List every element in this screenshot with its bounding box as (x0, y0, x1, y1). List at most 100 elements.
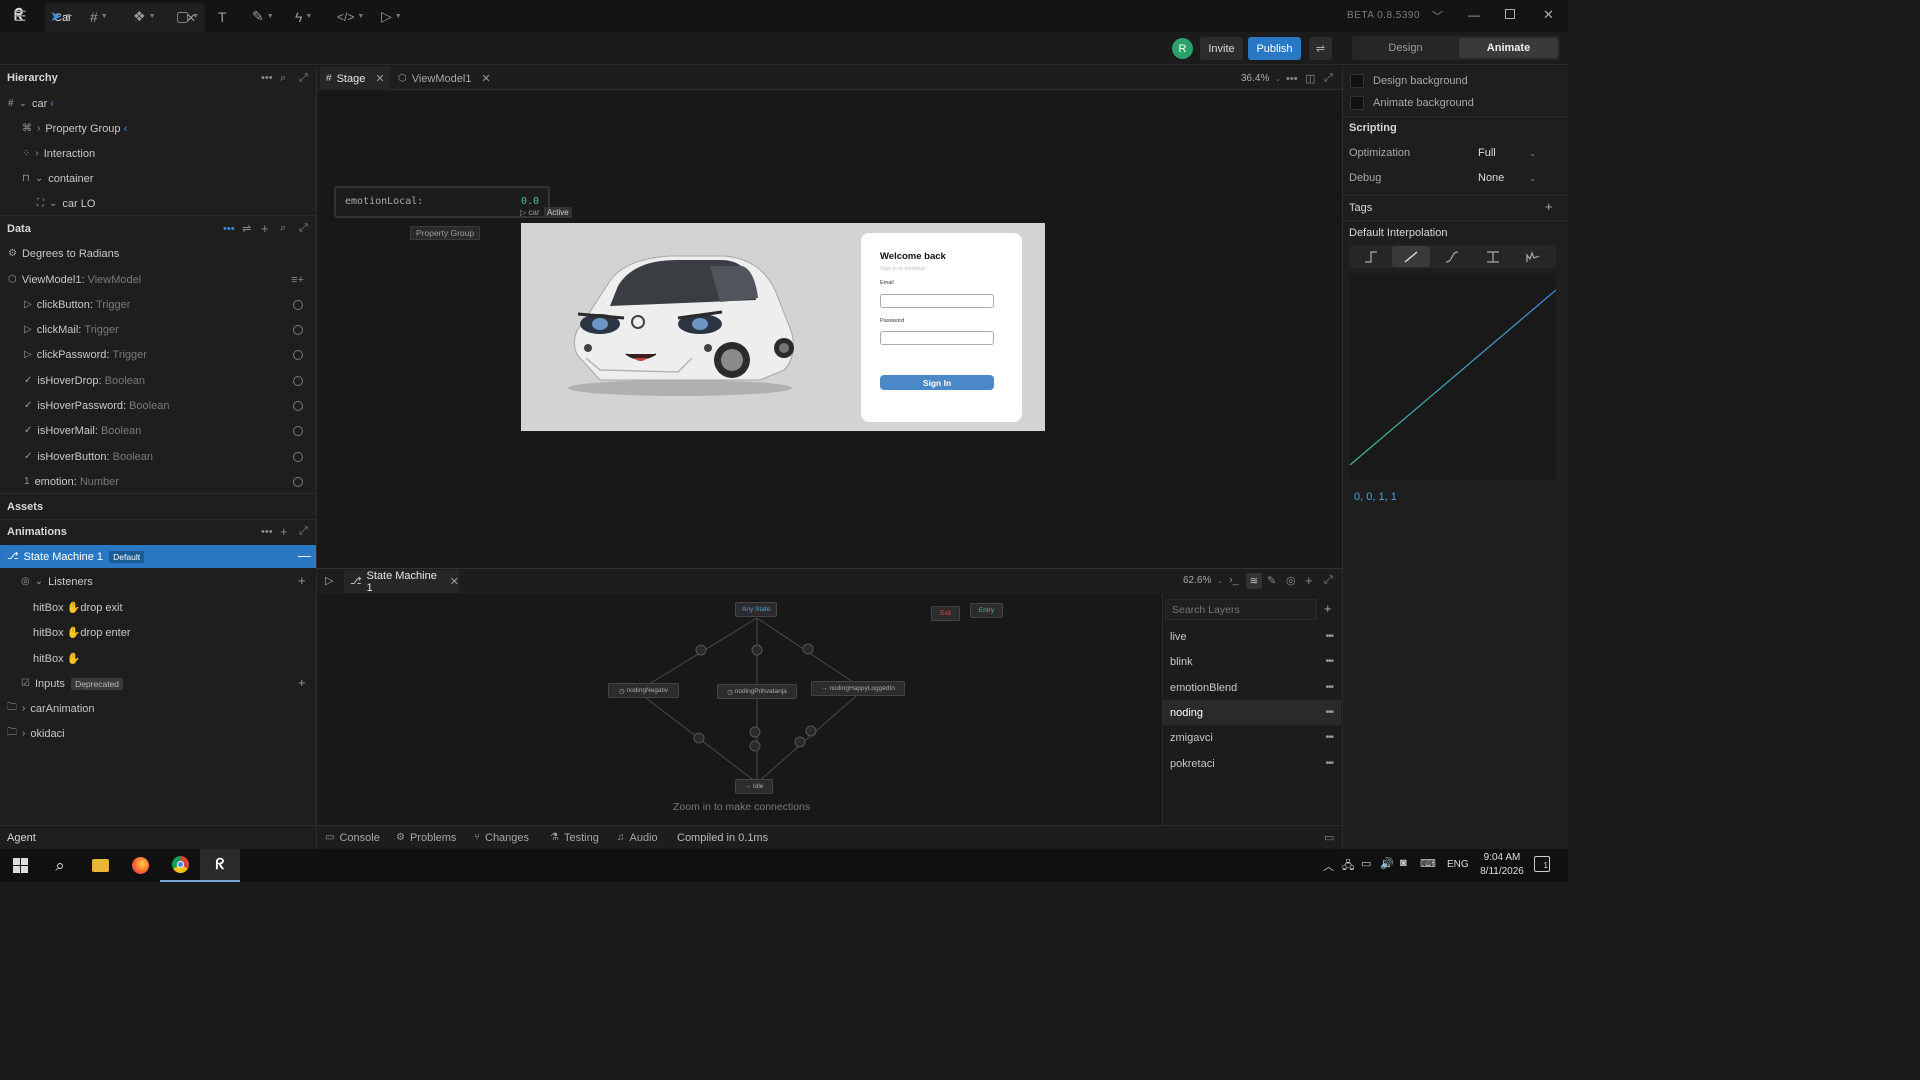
add-listener-icon[interactable]: + (298, 573, 306, 588)
target-icon[interactable] (293, 299, 303, 310)
firefox-icon[interactable] (120, 849, 160, 882)
add-icon[interactable]: + (280, 524, 288, 539)
testing-tab[interactable]: ⚗ Testing (550, 828, 599, 847)
target-icon[interactable] (293, 375, 303, 386)
expand-icon[interactable]: ⤢ (1324, 72, 1333, 85)
shape-tool-icon[interactable]: ▢ ▼ (176, 0, 199, 33)
artboard-tool-icon[interactable]: # ▼ (90, 0, 108, 33)
camera-icon[interactable]: ◙ (1400, 857, 1407, 869)
state-machine-item[interactable]: ⎇ State Machine 1 Default (7, 544, 145, 569)
volume-icon[interactable]: 🔊 (1380, 857, 1394, 870)
hierarchy-item-property-group[interactable]: ⌘ › Property Group ‹ (22, 116, 127, 141)
optimization-select[interactable]: Full ⌄ (1472, 144, 1540, 162)
expand-icon[interactable]: ⤢ (299, 525, 308, 538)
data-item-viewmodel[interactable]: ⬡ ViewModel1: ViewModel ≡+ (8, 267, 308, 292)
sort-icon[interactable]: ⇌ (242, 222, 251, 235)
interp-cubic-icon[interactable] (1433, 246, 1471, 267)
add-input-icon[interactable]: + (298, 675, 306, 690)
data-item-emotion[interactable]: 1 emotion: Number (24, 469, 308, 494)
swap-icon[interactable]: ⇌ (1309, 37, 1332, 60)
layer-item[interactable]: blink ••• (1163, 649, 1341, 674)
state-node-entry[interactable]: Entry (970, 603, 1003, 618)
target-icon[interactable] (293, 476, 303, 487)
viewmodel-tab[interactable]: ⬡ ViewModel1 ✕ (392, 67, 492, 90)
target-icon[interactable] (293, 349, 303, 360)
more-icon[interactable]: ••• (1325, 758, 1333, 769)
target-icon[interactable] (293, 324, 303, 335)
inputs-item[interactable]: ☑ Inputs Deprecated (21, 671, 124, 696)
notification-icon[interactable]: 1 (1534, 856, 1550, 872)
search-icon[interactable]: ⌕ (40, 849, 80, 882)
listener-item[interactable]: hitBox ✋ drop enter (33, 620, 131, 645)
interp-hold-icon[interactable] (1352, 246, 1390, 267)
car-illustration[interactable] (560, 248, 805, 398)
layer-item[interactable]: zmigavci ••• (1163, 725, 1341, 750)
more-icon[interactable]: ••• (1325, 707, 1333, 718)
layer-item-selected[interactable]: noding ••• (1163, 700, 1341, 725)
console-tab[interactable]: ▭ Console (325, 828, 380, 847)
hierarchy-item-car[interactable]: # ⌄ car ‹ (8, 91, 54, 116)
listener-item[interactable]: hitBox ✋ (33, 646, 80, 671)
layers-icon[interactable]: ≋ (1246, 573, 1262, 589)
state-node-exit[interactable]: Exit (931, 606, 960, 621)
menu-icon[interactable]: ☰ (14, 0, 27, 33)
split-icon[interactable]: ◫ (1305, 72, 1315, 85)
minimize-icon[interactable]: — (1468, 8, 1480, 22)
more-icon[interactable]: ••• (223, 223, 235, 235)
chrome-icon[interactable] (160, 849, 200, 882)
state-machine-tab[interactable]: ⎇ State Machine 1 ✕ (344, 570, 459, 594)
target-icon[interactable]: ◎ (1286, 574, 1296, 587)
data-item-ishovermail[interactable]: ✓ isHoverMail: Boolean (24, 418, 308, 443)
chevron-down-icon[interactable]: ﹀ (1432, 8, 1443, 24)
animate-bg-swatch[interactable] (1350, 96, 1364, 110)
email-field[interactable] (880, 294, 994, 308)
listeners-item[interactable]: ◎ ⌄ Listeners (21, 569, 93, 594)
hierarchy-item-car-lo[interactable]: ⛶ ⌄ car LO (37, 191, 95, 216)
assets-title[interactable]: Assets (0, 495, 50, 519)
edit-icon[interactable]: ✎ (1267, 574, 1276, 587)
target-icon[interactable] (293, 400, 303, 411)
target-icon[interactable] (293, 451, 303, 462)
problems-tab[interactable]: ⚙ Problems (396, 828, 456, 847)
window-close-icon[interactable]: ✕ (1543, 7, 1554, 23)
target-icon[interactable] (293, 425, 303, 436)
code-tool-icon[interactable]: </> ▼ (337, 0, 364, 33)
design-bg-swatch[interactable] (1350, 74, 1364, 88)
layer-item[interactable]: pokretaci ••• (1163, 751, 1341, 776)
data-item-ishoverbutton[interactable]: ✓ isHoverButton: Boolean (24, 444, 308, 469)
stage-tab[interactable]: # Stage ✕ (320, 67, 390, 90)
state-node-prihvatanja[interactable]: ◷ nodingPrihvatanja (717, 684, 797, 699)
battery-icon[interactable]: ▭ (1361, 857, 1371, 870)
sign-in-button[interactable]: Sign In (880, 375, 994, 390)
network-icon[interactable]: 🖧 (1342, 857, 1354, 876)
agent-title[interactable]: Agent (0, 826, 43, 850)
expand-icon[interactable]: ⤢ (299, 222, 308, 235)
interp-elastic-icon[interactable] (1514, 246, 1552, 267)
more-icon[interactable]: ••• (1325, 631, 1333, 642)
pen-tool-icon[interactable]: ✎ ▼ (252, 0, 274, 33)
clock-time[interactable]: 9:04 AM (1480, 852, 1524, 863)
language-indicator[interactable]: ENG (1447, 859, 1469, 870)
add-layer-icon[interactable]: + (1324, 601, 1332, 616)
expand-icon[interactable]: ⤢ (299, 72, 308, 85)
hierarchy-item-container[interactable]: ⊓ ⌄ container (22, 166, 93, 191)
state-node-negativ[interactable]: ◷ nodingNegativ (608, 683, 679, 698)
audio-tab[interactable]: ♫ Audio (617, 828, 658, 847)
windows-start-icon[interactable] (0, 849, 40, 882)
debug-select[interactable]: None ⌄ (1472, 169, 1540, 187)
avatar[interactable]: R (1172, 38, 1193, 59)
folder-item[interactable]: 🗀 › okidaci (7, 721, 65, 746)
add-icon[interactable]: + (1305, 573, 1313, 588)
data-item-ishoverdrop[interactable]: ✓ isHoverDrop: Boolean (24, 368, 308, 393)
state-node-happy[interactable]: → nodingHappyLoggedIn (811, 681, 905, 696)
keyboard-icon[interactable]: ⌨ (1420, 857, 1436, 870)
state-node-idle[interactable]: → Idle (735, 779, 773, 794)
clock-date[interactable]: 8/11/2026 (1476, 866, 1528, 877)
interp-linear-icon[interactable] (1392, 246, 1430, 267)
listener-item[interactable]: hitBox ✋ drop exit (33, 595, 123, 620)
select-tool-icon[interactable]: ➤ ▼ (50, 0, 72, 33)
text-tool-icon[interactable]: T (218, 0, 227, 33)
stage-zoom[interactable]: 36.4% ⌄ (1241, 73, 1281, 84)
design-mode-tab[interactable]: Design (1354, 38, 1457, 58)
publish-button[interactable]: Publish (1248, 37, 1301, 60)
